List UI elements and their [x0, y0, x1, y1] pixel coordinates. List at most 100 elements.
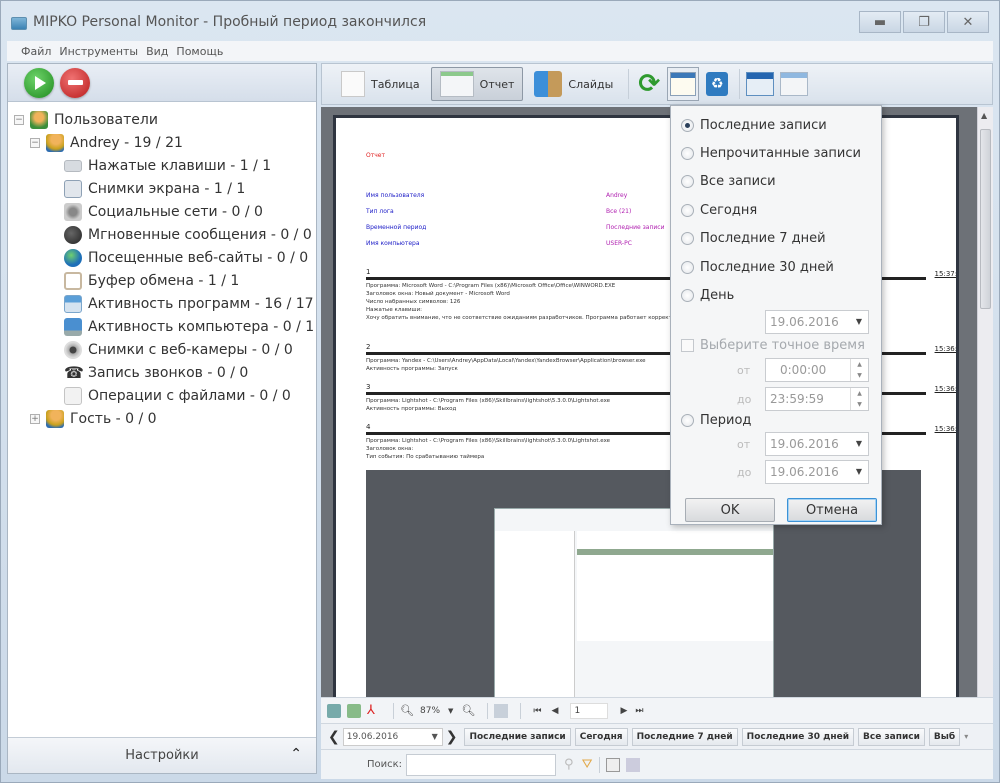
- start-monitoring-button[interactable]: [24, 67, 54, 98]
- option-all[interactable]: Все записи: [681, 174, 776, 189]
- tree-item-webcam[interactable]: Снимки с веб-камеры - 0 / 0: [8, 338, 316, 361]
- period-filter-button[interactable]: [667, 67, 700, 101]
- dropdown-arrow-icon: ▼: [855, 317, 862, 326]
- menu-view[interactable]: Вид: [146, 45, 168, 58]
- page-layout-icon[interactable]: [494, 703, 509, 718]
- tree-item-computer-activity[interactable]: Активность компьютера - 0 / 1: [8, 315, 316, 338]
- tree-user-guest[interactable]: + Гость - 0 / 0: [8, 407, 316, 430]
- radio-checked[interactable]: [681, 119, 694, 132]
- spinner[interactable]: ▲ ▼: [850, 359, 868, 381]
- option-recent[interactable]: Последние записи: [681, 118, 827, 133]
- zoom-dropdown-icon[interactable]: ▼: [448, 707, 453, 715]
- pdf-export-icon[interactable]: ⅄: [367, 703, 381, 718]
- slides-view-button[interactable]: Слайды: [525, 67, 622, 101]
- copy-icon[interactable]: [625, 757, 640, 772]
- search-icon[interactable]: ⚲: [564, 757, 574, 772]
- stop-monitoring-button[interactable]: [60, 67, 90, 98]
- radio[interactable]: [681, 289, 694, 302]
- tree-item-calls[interactable]: ☎ Запись звонков - 0 / 0: [8, 361, 316, 384]
- next-date-button[interactable]: ❯: [446, 729, 458, 745]
- ok-button[interactable]: OK: [685, 498, 775, 522]
- restore-button[interactable]: ❐: [903, 11, 945, 33]
- radio[interactable]: [681, 414, 694, 427]
- last-page-icon[interactable]: ⏭: [635, 706, 643, 716]
- collapse-icon[interactable]: −: [30, 137, 40, 148]
- zoom-level[interactable]: 87%: [420, 706, 440, 716]
- scroll-up-icon[interactable]: ▲: [981, 111, 987, 120]
- radio[interactable]: [681, 232, 694, 245]
- recycle-button[interactable]: ♻: [701, 67, 733, 101]
- option-last-7-days[interactable]: Последние 7 дней: [681, 231, 826, 246]
- tree-item-clipboard[interactable]: Буфер обмена - 1 / 1: [8, 269, 316, 292]
- prev-page-icon[interactable]: ◀: [552, 706, 559, 716]
- tree-item-program-activity[interactable]: Активность программ - 16 / 17: [8, 292, 316, 315]
- preview-scrollbar[interactable]: ▲: [977, 107, 993, 697]
- overflow-dropdown-icon[interactable]: ▾: [964, 732, 968, 741]
- zoom-out-icon[interactable]: 🔍︎: [461, 704, 475, 718]
- option-day[interactable]: День: [681, 288, 734, 303]
- menu-file[interactable]: Файл: [21, 45, 51, 58]
- print-icon[interactable]: [327, 703, 341, 718]
- option-period[interactable]: Период: [681, 413, 751, 428]
- radio[interactable]: [681, 147, 694, 160]
- first-page-icon[interactable]: ⏮: [533, 706, 541, 716]
- checkbox-label: Выберите точное время: [700, 338, 865, 353]
- close-button[interactable]: ✕: [947, 11, 989, 33]
- quick-filter-bar: ❮ 19.06.2016 ▼ ❯ Последние записи Сегодн…: [321, 723, 993, 749]
- page-number-input[interactable]: 1: [570, 702, 609, 719]
- filter-today-button[interactable]: Сегодня: [574, 727, 628, 746]
- time-from-input[interactable]: 0:00:00 ▲ ▼: [765, 358, 869, 382]
- tree-item-websites[interactable]: Посещенные веб-сайты - 0 / 0: [8, 246, 316, 269]
- tree-item-keystrokes[interactable]: Нажатые клавиши - 1 / 1: [8, 154, 316, 177]
- tree-item-social[interactable]: Социальные сети - 0 / 0: [8, 200, 316, 223]
- next-page-icon[interactable]: ▶: [620, 706, 627, 716]
- table-view-button[interactable]: Таблица: [332, 67, 429, 101]
- day-value: 19.06.2016: [770, 315, 839, 329]
- option-unread[interactable]: Непрочитанные записи: [681, 146, 861, 161]
- filter-select-button[interactable]: Выб: [928, 727, 961, 746]
- filter-7-days-button[interactable]: Последние 7 дней: [631, 727, 738, 746]
- radio[interactable]: [681, 204, 694, 217]
- tree-item-messages[interactable]: Мгновенные сообщения - 0 / 0: [8, 223, 316, 246]
- prev-date-button[interactable]: ❮: [328, 729, 340, 745]
- period-from-picker[interactable]: 19.06.2016 ▼: [765, 432, 869, 456]
- time-to-label: до: [737, 393, 752, 406]
- tree-item-screenshots[interactable]: Снимки экрана - 1 / 1: [8, 177, 316, 200]
- minimize-button[interactable]: ▬: [859, 11, 901, 33]
- settings-button[interactable]: Настройки ⌃: [8, 737, 316, 773]
- filter-30-days-button[interactable]: Последние 30 дней: [741, 727, 855, 746]
- period-to-picker[interactable]: 19.06.2016 ▼: [765, 460, 869, 484]
- tree-root-users[interactable]: − Пользователи: [8, 108, 316, 131]
- filter-all-button[interactable]: Все записи: [858, 727, 925, 746]
- save-icon[interactable]: [605, 757, 620, 772]
- spinner[interactable]: ▲ ▼: [850, 388, 868, 410]
- export-button[interactable]: [744, 67, 776, 101]
- scrollbar-thumb[interactable]: [980, 129, 991, 309]
- time-to-input[interactable]: 23:59:59 ▲ ▼: [765, 387, 869, 411]
- menu-tools[interactable]: Инструменты: [59, 45, 138, 58]
- option-last-30-days[interactable]: Последние 30 дней: [681, 260, 834, 275]
- remote-view-button[interactable]: [778, 67, 810, 101]
- radio[interactable]: [681, 175, 694, 188]
- tree-label: Снимки с веб-камеры - 0 / 0: [88, 341, 293, 358]
- zoom-in-icon[interactable]: 🔍︎: [400, 704, 414, 718]
- filter-icon[interactable]: ⛛: [582, 757, 593, 772]
- tree-user-andrey[interactable]: − Andrey - 19 / 21: [8, 131, 316, 154]
- report-view-button[interactable]: Отчет: [430, 67, 524, 101]
- radio[interactable]: [681, 261, 694, 274]
- exact-time-checkbox[interactable]: Выберите точное время: [681, 338, 865, 353]
- tree-item-file-operations[interactable]: Операции с файлами - 0 / 0: [8, 384, 316, 407]
- expand-icon[interactable]: +: [30, 413, 40, 424]
- cancel-button[interactable]: Отмена: [787, 498, 877, 522]
- refresh-button[interactable]: ⟳: [633, 67, 665, 101]
- option-label: Непрочитанные записи: [700, 146, 861, 161]
- print-preview-icon[interactable]: [347, 703, 361, 718]
- filter-recent-button[interactable]: Последние записи: [464, 727, 571, 746]
- collapse-icon[interactable]: −: [14, 114, 24, 125]
- option-today[interactable]: Сегодня: [681, 203, 757, 218]
- day-date-picker[interactable]: 19.06.2016 ▼: [765, 310, 869, 334]
- menu-help[interactable]: Помощь: [176, 45, 223, 58]
- checkbox[interactable]: [681, 339, 694, 352]
- date-picker[interactable]: 19.06.2016 ▼: [342, 727, 443, 746]
- search-input[interactable]: [406, 753, 557, 776]
